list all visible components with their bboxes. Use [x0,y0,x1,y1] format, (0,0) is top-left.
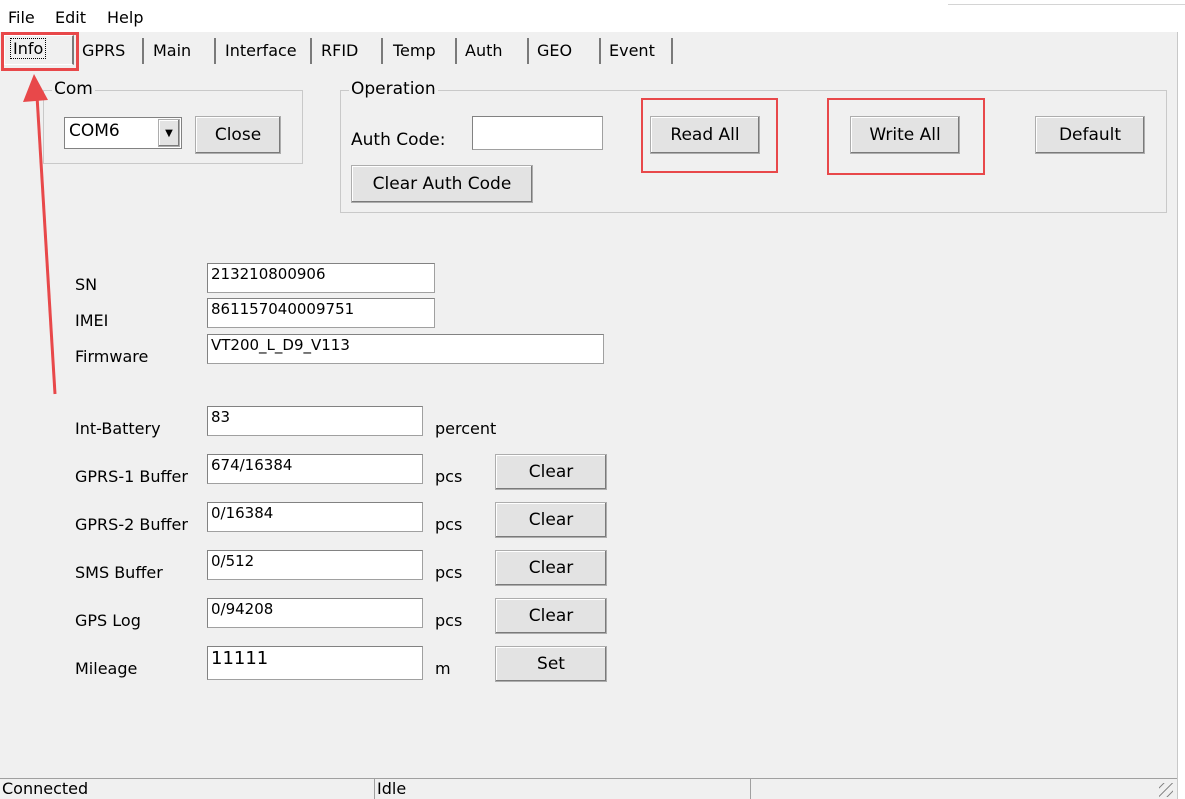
tab-event[interactable]: Event [603,38,673,64]
highlight-read-all [641,98,778,173]
clear-sms-button[interactable]: Clear [495,550,607,586]
clear-gprs1-button[interactable]: Clear [495,454,607,490]
mileage-input[interactable]: 11111 [207,646,423,680]
sms-buffer-unit: pcs [435,563,463,582]
default-button[interactable]: Default [1035,116,1145,154]
tab-rfid[interactable]: RFID [315,38,383,64]
status-state: Idle [375,779,751,799]
menu-bar: File Edit Help [0,0,948,32]
window-right-edge [1177,32,1185,799]
battery-unit: percent [435,419,497,438]
auth-code-input[interactable] [472,116,603,150]
gprs1-buffer-unit: pcs [435,467,463,486]
chevron-down-icon[interactable]: ▼ [158,119,180,147]
firmware-field[interactable]: VT200_L_D9_V113 [207,334,604,364]
battery-label: Int-Battery [75,419,161,438]
highlight-write-all [827,98,985,175]
gps-log-unit: pcs [435,611,463,630]
gprs2-buffer-unit: pcs [435,515,463,534]
gps-log-label: GPS Log [75,611,141,630]
close-port-button[interactable]: Close [195,116,281,154]
sn-field[interactable]: 213210800906 [207,263,435,293]
tab-strip: Info GPRS Main Interface RFID Temp Auth … [0,35,1177,65]
sms-buffer-label: SMS Buffer [75,563,163,582]
clear-gps-log-button[interactable]: Clear [495,598,607,634]
tab-temp[interactable]: Temp [387,38,457,64]
tab-interface[interactable]: Interface [219,38,312,64]
status-bar: Connected Idle [0,778,1177,799]
imei-field[interactable]: 861157040009751 [207,298,435,328]
gprs1-buffer-label: GPRS-1 Buffer [75,467,188,486]
tab-auth[interactable]: Auth [459,38,529,64]
tab-geo[interactable]: GEO [531,38,601,64]
tab-main[interactable]: Main [147,38,216,64]
gprs2-buffer-label: GPRS-2 Buffer [75,515,188,534]
resize-grip-icon[interactable] [1159,783,1173,797]
auth-code-label: Auth Code: [351,130,446,150]
set-mileage-button[interactable]: Set [495,646,607,682]
mileage-unit: m [435,659,451,678]
operation-group-title: Operation [349,79,438,99]
status-connection: Connected [0,779,375,799]
gprs1-buffer-field[interactable]: 674/16384 [207,454,423,484]
sms-buffer-field[interactable]: 0/512 [207,550,423,580]
gprs2-buffer-field[interactable]: 0/16384 [207,502,423,532]
mileage-label: Mileage [75,659,138,678]
menubar-edge [948,0,1185,5]
annotation-arrow [23,74,57,395]
clear-gprs2-button[interactable]: Clear [495,502,607,538]
clear-auth-code-button[interactable]: Clear Auth Code [351,165,533,203]
battery-field[interactable]: 83 [207,406,423,436]
menu-help[interactable]: Help [107,8,143,27]
gps-log-field[interactable]: 0/94208 [207,598,423,628]
